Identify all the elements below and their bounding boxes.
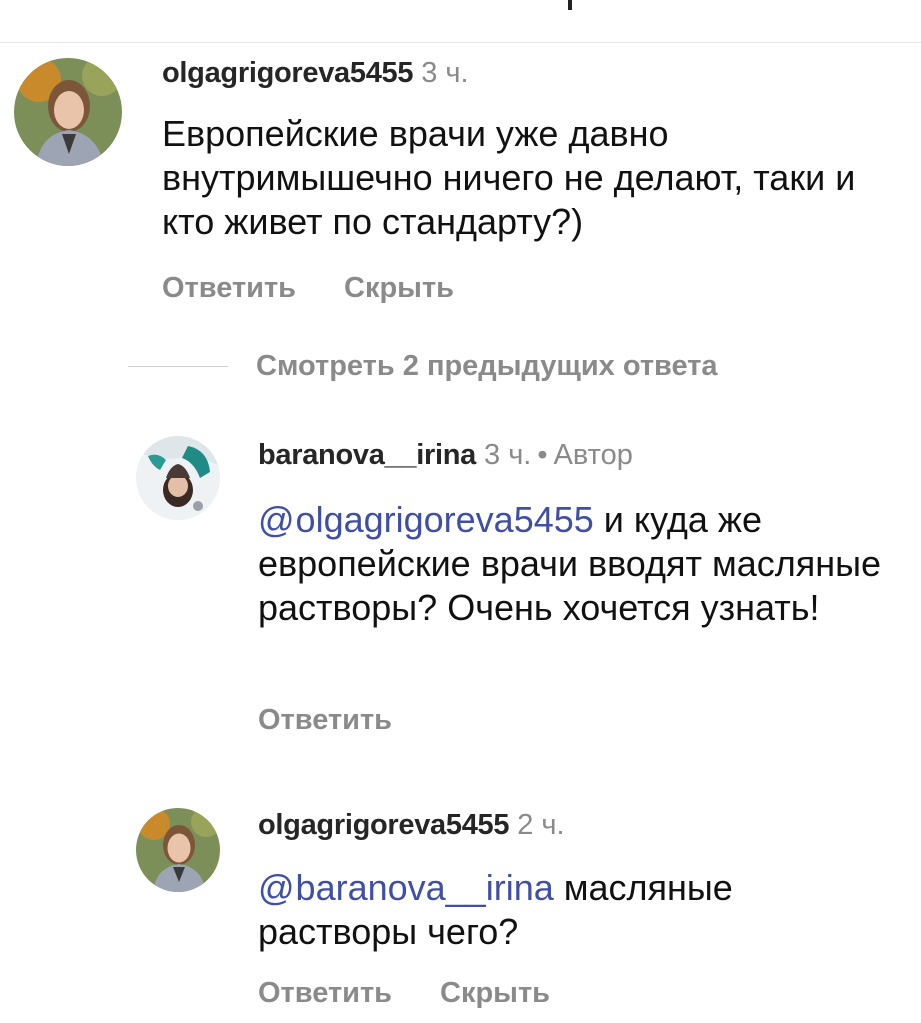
comment-text: @olgagrigoreva5455 и куда же европейские… bbox=[258, 498, 888, 630]
hide-button[interactable]: Скрыть bbox=[344, 270, 454, 306]
view-previous-replies[interactable]: Смотреть 2 предыдущих ответа bbox=[128, 348, 718, 384]
mention-username: baranova__irina bbox=[295, 867, 554, 908]
timestamp: 3 ч. bbox=[484, 439, 532, 471]
mention-username: olgagrigoreva5455 bbox=[295, 499, 594, 540]
reply-button[interactable]: Ответить bbox=[162, 270, 296, 306]
username[interactable]: olgagrigoreva5455 bbox=[258, 809, 509, 841]
hide-button[interactable]: Скрыть bbox=[440, 975, 550, 1011]
avatar[interactable] bbox=[14, 58, 122, 166]
separator-dot: • bbox=[537, 439, 548, 471]
comment-text: Европейские врачи уже давно внутримышечн… bbox=[162, 112, 872, 244]
user-photo-icon bbox=[14, 58, 122, 166]
user-photo-icon bbox=[136, 436, 220, 520]
replies-divider bbox=[128, 365, 228, 367]
timestamp: 3 ч. bbox=[421, 57, 469, 89]
top-divider bbox=[0, 42, 921, 43]
avatar[interactable] bbox=[136, 808, 220, 892]
at-icon: @ bbox=[258, 499, 295, 540]
comment-meta: olgagrigoreva5455 3 ч. bbox=[162, 55, 469, 91]
comment-actions: Ответить bbox=[258, 702, 392, 738]
comment-body: Европейские врачи уже давно внутримышечн… bbox=[162, 113, 856, 242]
view-previous-replies-label[interactable]: Смотреть 2 предыдущих ответа bbox=[256, 348, 718, 384]
previous-content-fragment bbox=[568, 0, 572, 10]
at-icon: @ bbox=[258, 867, 295, 908]
reply-button[interactable]: Ответить bbox=[258, 975, 392, 1011]
avatar[interactable] bbox=[136, 436, 220, 520]
comment-meta: baranova__irina 3 ч. • Автор bbox=[258, 437, 633, 473]
comment-actions: Ответить Скрыть bbox=[258, 975, 550, 1011]
mention-link[interactable]: @baranova__irina bbox=[258, 867, 554, 908]
comment-meta: olgagrigoreva5455 2 ч. bbox=[258, 807, 565, 843]
mention-link[interactable]: @olgagrigoreva5455 bbox=[258, 499, 594, 540]
username[interactable]: baranova__irina bbox=[258, 439, 476, 471]
username[interactable]: olgagrigoreva5455 bbox=[162, 57, 413, 89]
user-photo-icon bbox=[136, 808, 220, 892]
reply-button[interactable]: Ответить bbox=[258, 702, 392, 738]
author-badge: Автор bbox=[553, 439, 633, 471]
comment-text: @baranova__irina масляные растворы чего? bbox=[258, 866, 888, 954]
comment-actions: Ответить Скрыть bbox=[162, 270, 454, 306]
timestamp: 2 ч. bbox=[517, 809, 565, 841]
